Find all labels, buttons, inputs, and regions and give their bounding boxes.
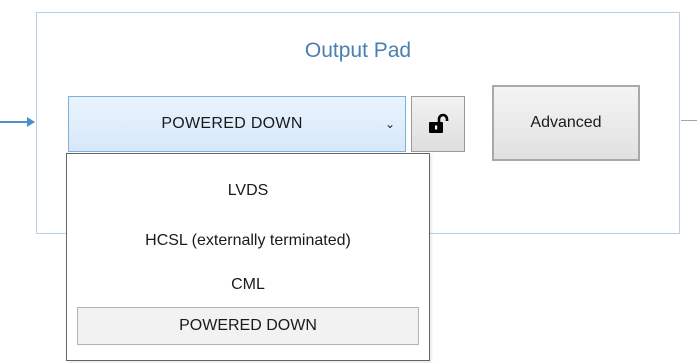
dropdown-option-hcsl[interactable]: HCSL (externally terminated) xyxy=(67,226,429,256)
chevron-down-icon: ⌄ xyxy=(384,117,396,131)
dropdown-option-lvds[interactable]: LVDS xyxy=(67,176,429,206)
advanced-button[interactable]: Advanced xyxy=(492,85,640,161)
panel-title: Output Pad xyxy=(304,39,412,62)
unlocked-padlock-icon xyxy=(429,113,449,133)
output-mode-select[interactable]: POWERED DOWN ⌄ xyxy=(68,96,406,152)
dropdown-option-powered-down[interactable]: POWERED DOWN xyxy=(77,307,419,345)
output-mode-select-value: POWERED DOWN xyxy=(161,115,303,132)
output-mode-dropdown-list: LVDS HCSL (externally terminated) CML PO… xyxy=(66,153,430,361)
dropdown-option-cml[interactable]: CML xyxy=(67,270,429,300)
output-connector-line xyxy=(681,120,697,121)
output-pad-stage: Output Pad POWERED DOWN ⌄ Advanced LVDS … xyxy=(0,0,697,363)
input-arrow-icon xyxy=(27,117,35,127)
lock-toggle-button[interactable] xyxy=(411,96,465,152)
